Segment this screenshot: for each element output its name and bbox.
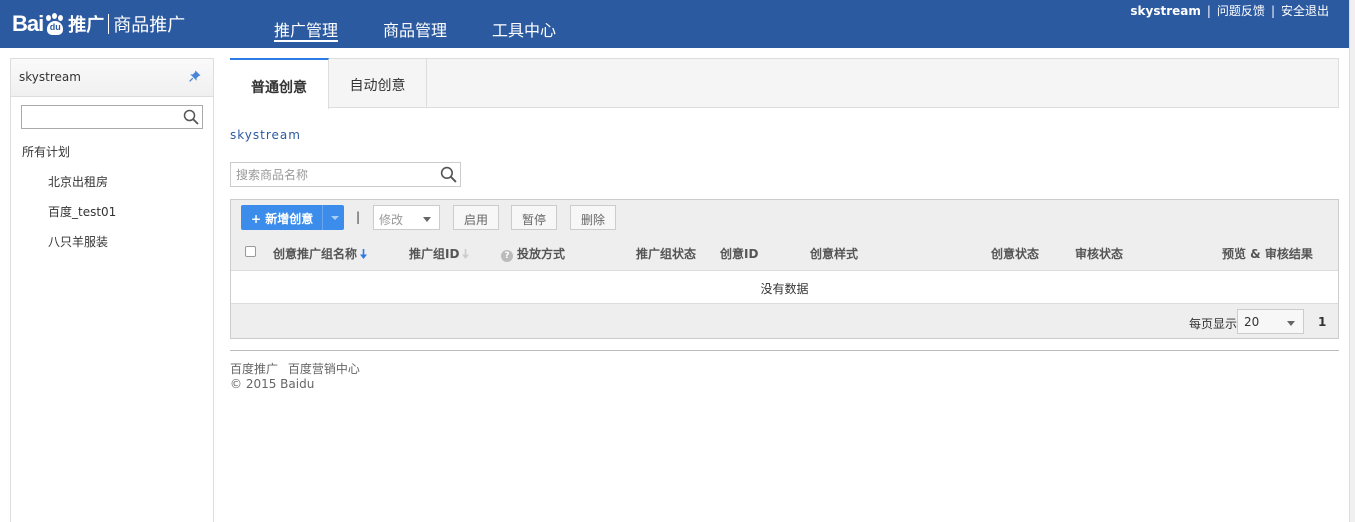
pagination: 每页显示 20 1 [231, 304, 1338, 338]
creative-grid: + 新增创意 | 修改 启用 暂停 删除 创意推广组名称 推广组ID ? 投放方式 [230, 199, 1339, 339]
product-search [230, 162, 461, 187]
col-header-creative-status: 创意状态 [991, 247, 1040, 261]
account-sidebar: skystream 所有计划 北京出租房 百度_test01 八只羊服装 [10, 58, 214, 522]
top-header: Bai du 推广 商品推广 推广管理 商品管理 工具中心 skystream … [0, 0, 1349, 48]
username-link[interactable]: skystream [1130, 4, 1200, 18]
top-link-separator: | [1270, 3, 1275, 18]
page-size-value: 20 [1244, 315, 1260, 329]
tab-auto-creative[interactable]: 自动创意 [329, 58, 427, 108]
nav-tool-center[interactable]: 工具中心 [492, 0, 556, 48]
edit-dropdown[interactable]: 修改 [373, 205, 440, 230]
plan-item[interactable]: 八只羊服装 [48, 233, 116, 263]
sidebar-header: skystream [11, 59, 213, 97]
copyright: © 2015 Baidu [230, 377, 315, 391]
chevron-down-icon[interactable] [322, 205, 344, 230]
delete-button[interactable]: 删除 [570, 205, 616, 230]
logo-product-text: 推广 [68, 15, 105, 36]
pause-button[interactable]: 暂停 [511, 205, 557, 230]
nav-product-management[interactable]: 商品管理 [383, 0, 447, 48]
help-icon[interactable]: ? [501, 250, 513, 262]
page-size-label: 每页显示 [1189, 317, 1238, 331]
pin-icon[interactable] [189, 70, 201, 82]
col-header-group-id[interactable]: 推广组ID [409, 245, 470, 262]
footer-divider [230, 350, 1339, 351]
plan-list: 北京出租房 百度_test01 八只羊服装 [48, 173, 116, 263]
app-root: Bai du 推广 商品推广 推广管理 商品管理 工具中心 skystream … [0, 0, 1355, 522]
logo-subtitle: 商品推广 [113, 15, 186, 36]
footer-links: 百度推广 百度营销中心 [230, 360, 360, 377]
main-nav: 推广管理 商品管理 工具中心 [274, 0, 601, 48]
col-header-review-status: 审核状态 [1075, 247, 1124, 261]
sidebar-account-name: skystream [19, 70, 81, 84]
col-header-delivery-mode: ? 投放方式 [501, 245, 565, 262]
col-header-group-name[interactable]: 创意推广组名称 [273, 245, 368, 262]
current-page[interactable]: 1 [1318, 315, 1326, 329]
sort-down-icon[interactable] [462, 249, 470, 259]
vertical-scrollbar[interactable] [1349, 0, 1355, 522]
product-search-input[interactable] [231, 163, 431, 186]
table-header: 创意推广组名称 推广组ID ? 投放方式 推广组状态 创意ID 创意样式 创意状态… [231, 234, 1338, 270]
col-header-creative-id: 创意ID [720, 247, 759, 261]
page-size-select[interactable]: 20 [1237, 309, 1304, 334]
toolbar-separator: | [356, 210, 361, 224]
top-links: skystream | 问题反馈 | 安全退出 [1130, 2, 1329, 19]
baidu-logo[interactable]: Bai du 推广 商品推广 [12, 7, 185, 41]
logo-divider [108, 14, 110, 34]
paw-icon: du [44, 13, 66, 35]
logo-bai-text: Bai [12, 11, 44, 36]
col-header-label: 投放方式 [517, 247, 566, 261]
search-icon[interactable] [183, 109, 199, 125]
footer-link-baidu-promotion[interactable]: 百度推广 [230, 362, 278, 376]
col-header-label: 推广组ID [409, 247, 460, 261]
col-header-preview-result: 预览 & 审核结果 [1222, 247, 1313, 261]
plan-item[interactable]: 北京出租房 [48, 173, 116, 203]
all-plans-item[interactable]: 所有计划 [22, 143, 70, 160]
col-header-label: 创意推广组名称 [273, 247, 358, 261]
select-all-checkbox[interactable] [245, 246, 256, 257]
plan-search-input[interactable] [21, 105, 203, 129]
col-header-group-status: 推广组状态 [636, 247, 697, 261]
logout-link[interactable]: 安全退出 [1281, 2, 1329, 19]
add-creative-button[interactable]: + 新增创意 [241, 205, 344, 230]
add-creative-label: + 新增创意 [251, 212, 314, 226]
enable-button[interactable]: 启用 [453, 205, 499, 230]
creative-tabs: 普通创意 自动创意 [230, 58, 1339, 109]
chevron-down-icon [423, 217, 431, 222]
breadcrumb[interactable]: skystream [230, 128, 301, 142]
edit-dropdown-label: 修改 [379, 213, 404, 227]
search-icon[interactable] [440, 166, 457, 183]
logo-du-text: du [49, 22, 61, 32]
nav-promotion-management[interactable]: 推广管理 [274, 0, 339, 48]
table-body: 没有数据 [231, 270, 1338, 304]
col-header-creative-style: 创意样式 [810, 247, 859, 261]
plan-item[interactable]: 百度_test01 [48, 203, 116, 233]
tab-normal-creative[interactable]: 普通创意 [230, 58, 329, 109]
footer-link-marketing-center[interactable]: 百度营销中心 [288, 362, 360, 376]
top-link-separator: | [1206, 3, 1211, 18]
empty-message: 没有数据 [760, 282, 809, 296]
sort-down-icon[interactable] [360, 249, 368, 259]
chevron-down-icon [1287, 321, 1295, 326]
feedback-link[interactable]: 问题反馈 [1217, 2, 1265, 19]
grid-toolbar: + 新增创意 | 修改 启用 暂停 删除 [231, 200, 1338, 234]
